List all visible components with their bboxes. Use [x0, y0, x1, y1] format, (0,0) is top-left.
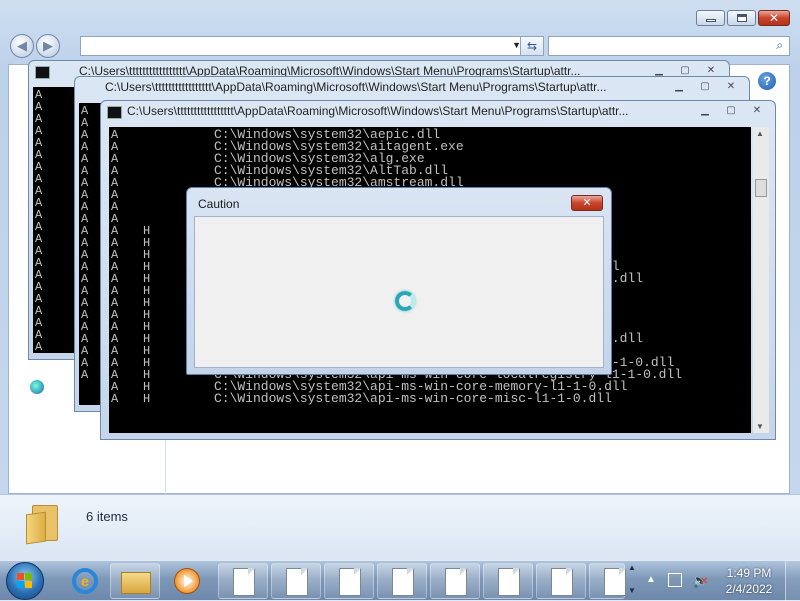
- details-pane: 6 items: [0, 494, 800, 561]
- console-icon: [35, 66, 50, 79]
- taskbar-media-player[interactable]: [162, 563, 212, 599]
- maximize-button[interactable]: ▢: [719, 104, 743, 118]
- search-icon: ⌕: [776, 38, 783, 52]
- taskbar-window-7[interactable]: [536, 563, 586, 599]
- console-line: C:\Windows\system32\api-ms-win-core-misc…: [214, 391, 612, 406]
- caution-dialog[interactable]: Caution ✕: [186, 187, 612, 375]
- scroll-down-icon[interactable]: ▼: [756, 422, 764, 431]
- document-icon: [551, 568, 573, 596]
- taskbar-windows-explorer[interactable]: [110, 563, 160, 599]
- console-attr-h: H: [143, 392, 151, 406]
- console-attr-a: A: [81, 368, 89, 382]
- item-count: 6 items: [86, 509, 128, 524]
- console-controls: ▁ ▢ ✕: [667, 80, 743, 94]
- maximize-button[interactable]: [727, 10, 756, 26]
- forward-arrow-icon: ▶: [43, 38, 53, 53]
- dialog-title: Caution: [198, 197, 240, 211]
- minimize-button[interactable]: [696, 10, 725, 26]
- close-button[interactable]: ✕: [758, 10, 790, 26]
- document-icon: [233, 568, 255, 596]
- document-icon: [604, 568, 626, 596]
- chevron-down-icon[interactable]: ▼: [626, 586, 638, 595]
- loading-spinner-icon: [395, 291, 415, 311]
- network-tray-icon[interactable]: [668, 573, 682, 587]
- document-icon: [286, 568, 308, 596]
- help-icon[interactable]: ?: [758, 72, 776, 90]
- taskbar-window-1[interactable]: [218, 563, 268, 599]
- navigation-bar: ◀ ▶ ▼ ⇆ ⌕: [10, 34, 790, 60]
- console-icon: [107, 106, 122, 119]
- show-hidden-icons-button[interactable]: ▲: [646, 574, 656, 585]
- document-icon: [392, 568, 414, 596]
- volume-muted-icon[interactable]: 🔈 ✕: [692, 573, 708, 589]
- console-scrollbar[interactable]: ▲ ▼: [753, 127, 769, 433]
- taskbar-window-3[interactable]: [324, 563, 374, 599]
- document-icon: [339, 568, 361, 596]
- scroll-up-icon[interactable]: ▲: [756, 129, 764, 138]
- back-arrow-icon: ◀: [17, 38, 27, 53]
- explorer-window-controls: ✕: [696, 10, 790, 26]
- dialog-body: [194, 216, 604, 368]
- console-attr-a: A: [111, 392, 119, 406]
- clock-time: 1:49 PM: [726, 566, 772, 580]
- refresh-icon: ⇆: [526, 39, 538, 53]
- taskbar-window-4[interactable]: [377, 563, 427, 599]
- network-icon[interactable]: [30, 380, 44, 394]
- document-icon: [498, 568, 520, 596]
- document-icon: [445, 568, 467, 596]
- console-title: C:\Users\ttttttttttttttttt\AppData\Roami…: [127, 104, 629, 118]
- forward-button[interactable]: ▶: [36, 34, 60, 58]
- close-button[interactable]: ✕: [745, 104, 769, 118]
- taskbar-internet-explorer[interactable]: e: [60, 563, 110, 599]
- clock-date: 2/4/2022: [725, 582, 773, 596]
- search-box[interactable]: ⌕: [548, 36, 790, 56]
- maximize-button[interactable]: ▢: [693, 80, 717, 94]
- system-clock[interactable]: 1:49 PM 2/4/2022: [714, 565, 784, 597]
- windows-logo-icon: [17, 573, 33, 589]
- console-title: C:\Users\ttttttttttttttttt\AppData\Roami…: [105, 80, 607, 94]
- minimize-button[interactable]: ▁: [693, 104, 717, 118]
- dialog-close-button[interactable]: ✕: [571, 195, 603, 211]
- taskbar: e ▲ ▼ ▲ 🔈 ✕ 1:49 PM 2/4/2022: [0, 560, 800, 601]
- media-player-icon: [174, 568, 200, 594]
- folder-icon: [121, 572, 151, 594]
- folder-icon: [26, 505, 62, 545]
- console-controls: ▁ ▢ ✕: [693, 104, 769, 118]
- internet-explorer-icon: e: [72, 568, 98, 594]
- back-button[interactable]: ◀: [10, 34, 34, 58]
- refresh-button[interactable]: ⇆: [520, 36, 544, 56]
- taskbar-window-2[interactable]: [271, 563, 321, 599]
- taskbar-window-6[interactable]: [483, 563, 533, 599]
- close-button[interactable]: ✕: [719, 80, 743, 94]
- taskbar-scroll[interactable]: ▲ ▼: [626, 563, 638, 599]
- chevron-up-icon[interactable]: ▲: [626, 563, 638, 572]
- taskbar-window-8[interactable]: [589, 563, 626, 599]
- address-bar[interactable]: ▼: [80, 36, 528, 56]
- taskbar-window-5[interactable]: [430, 563, 480, 599]
- start-button[interactable]: [6, 562, 44, 600]
- minimize-button[interactable]: ▁: [667, 80, 691, 94]
- close-icon: ✕: [768, 11, 780, 25]
- scroll-thumb[interactable]: [755, 179, 767, 197]
- show-desktop-button[interactable]: [785, 561, 800, 601]
